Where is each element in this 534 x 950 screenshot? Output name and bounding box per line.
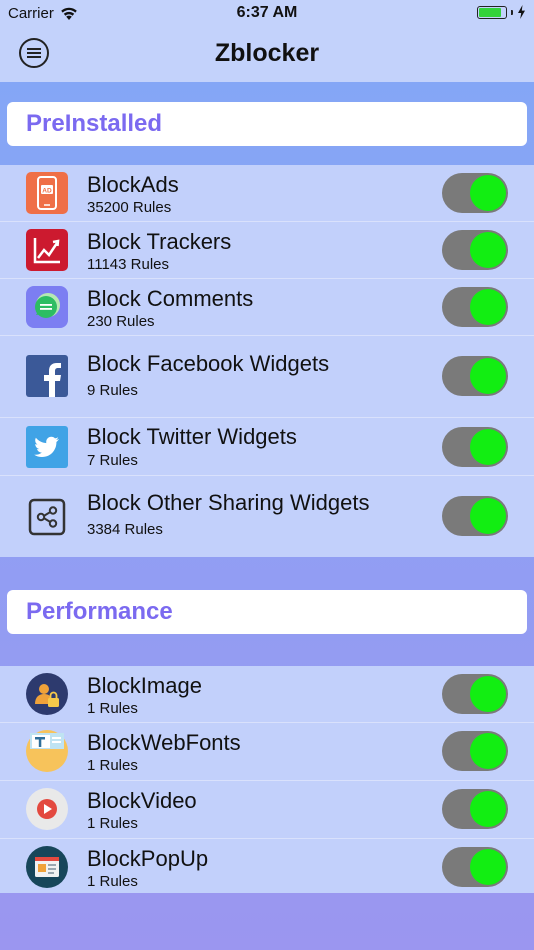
toggle-knob xyxy=(470,849,506,885)
charging-bolt-icon xyxy=(518,5,525,19)
block-sharing-toggle[interactable] xyxy=(442,496,508,536)
list-item-block-image: BlockImage 1 Rules xyxy=(0,666,534,723)
list-item-block-twitter: Block Twitter Widgets 7 Rules xyxy=(0,418,534,476)
svg-text:AD: AD xyxy=(42,188,52,195)
nav-bar: Zblocker xyxy=(0,26,534,82)
item-rules-count: 230 Rules xyxy=(87,313,155,330)
tracker-chart-icon xyxy=(26,229,68,271)
block-trackers-toggle[interactable] xyxy=(442,230,508,270)
share-icon xyxy=(26,496,68,538)
list-item-block-trackers: Block Trackers 11143 Rules xyxy=(0,222,534,279)
status-time: 6:37 AM xyxy=(236,4,298,21)
section-title: PreInstalled xyxy=(26,110,163,137)
list-item-block-comments: Block Comments 230 Rules xyxy=(0,279,534,336)
section-title: Performance xyxy=(26,598,173,625)
status-bar: Carrier 6:37 AM xyxy=(0,0,534,26)
block-video-toggle[interactable] xyxy=(442,789,508,829)
item-title: BlockWebFonts xyxy=(87,730,241,755)
item-rules-count: 9 Rules xyxy=(87,382,138,399)
item-title: BlockPopUp xyxy=(87,846,209,871)
toggle-knob xyxy=(470,175,506,211)
item-rules-count: 1 Rules xyxy=(87,757,138,774)
popup-window-icon xyxy=(26,846,68,888)
facebook-icon xyxy=(26,355,68,397)
item-title: Block Twitter Widgets xyxy=(87,424,297,449)
block-popup-toggle[interactable] xyxy=(442,847,508,887)
item-title: Block Facebook Widgets xyxy=(87,351,330,376)
preinstalled-list: AD BlockAds 35200 Rules Block Trackers 1… xyxy=(0,165,534,557)
section-header-performance: Performance xyxy=(7,590,527,634)
toggle-knob xyxy=(470,289,506,325)
video-play-icon xyxy=(26,788,68,830)
toggle-knob xyxy=(470,733,506,769)
toggle-knob xyxy=(470,791,506,827)
item-rules-count: 35200 Rules xyxy=(87,199,172,216)
webfont-icon xyxy=(26,730,68,772)
item-title: Block Trackers xyxy=(87,229,232,254)
block-twitter-toggle[interactable] xyxy=(442,427,508,467)
image-lock-icon xyxy=(26,673,68,715)
item-rules-count: 1 Rules xyxy=(87,873,138,890)
toggle-knob xyxy=(470,429,506,465)
comment-bubble-icon xyxy=(26,286,68,328)
list-item-block-facebook: Block Facebook Widgets 9 Rules xyxy=(0,336,534,418)
item-title: BlockVideo xyxy=(87,788,197,813)
performance-list: BlockImage 1 Rules BlockWebFonts 1 Rules… xyxy=(0,666,534,893)
list-item-block-video: BlockVideo 1 Rules xyxy=(0,781,534,839)
list-item-block-webfonts: BlockWebFonts 1 Rules xyxy=(0,723,534,781)
item-rules-count: 7 Rules xyxy=(87,452,138,469)
twitter-icon xyxy=(26,426,68,468)
list-item-block-popup: BlockPopUp 1 Rules xyxy=(0,839,534,896)
ad-phone-icon: AD xyxy=(26,172,68,214)
list-item-block-sharing: Block Other Sharing Widgets 3384 Rules xyxy=(0,476,534,558)
status-right xyxy=(477,5,526,19)
item-rules-count: 11143 Rules xyxy=(87,256,170,273)
item-rules-count: 3384 Rules xyxy=(87,521,163,538)
section-header-preinstalled: PreInstalled xyxy=(7,102,527,146)
toggle-knob xyxy=(470,358,506,394)
block-facebook-toggle[interactable] xyxy=(442,356,508,396)
item-title: Block Comments xyxy=(87,286,254,311)
toggle-knob xyxy=(470,232,506,268)
battery-icon xyxy=(477,5,507,19)
block-ads-toggle[interactable] xyxy=(442,173,508,213)
item-title: Block Other Sharing Widgets xyxy=(87,490,370,515)
page-title: Zblocker xyxy=(214,39,320,67)
item-title: BlockImage xyxy=(87,673,202,698)
list-item-block-ads: AD BlockAds 35200 Rules xyxy=(0,165,534,222)
item-title: BlockAds xyxy=(87,172,179,197)
block-comments-toggle[interactable] xyxy=(442,287,508,327)
toggle-knob xyxy=(470,676,506,712)
item-rules-count: 1 Rules xyxy=(87,700,138,717)
battery-level xyxy=(479,7,502,17)
toggle-knob xyxy=(470,498,506,534)
block-image-toggle[interactable] xyxy=(442,674,508,714)
battery-nub xyxy=(511,9,513,15)
block-webfonts-toggle[interactable] xyxy=(442,731,508,771)
item-rules-count: 1 Rules xyxy=(87,815,138,832)
